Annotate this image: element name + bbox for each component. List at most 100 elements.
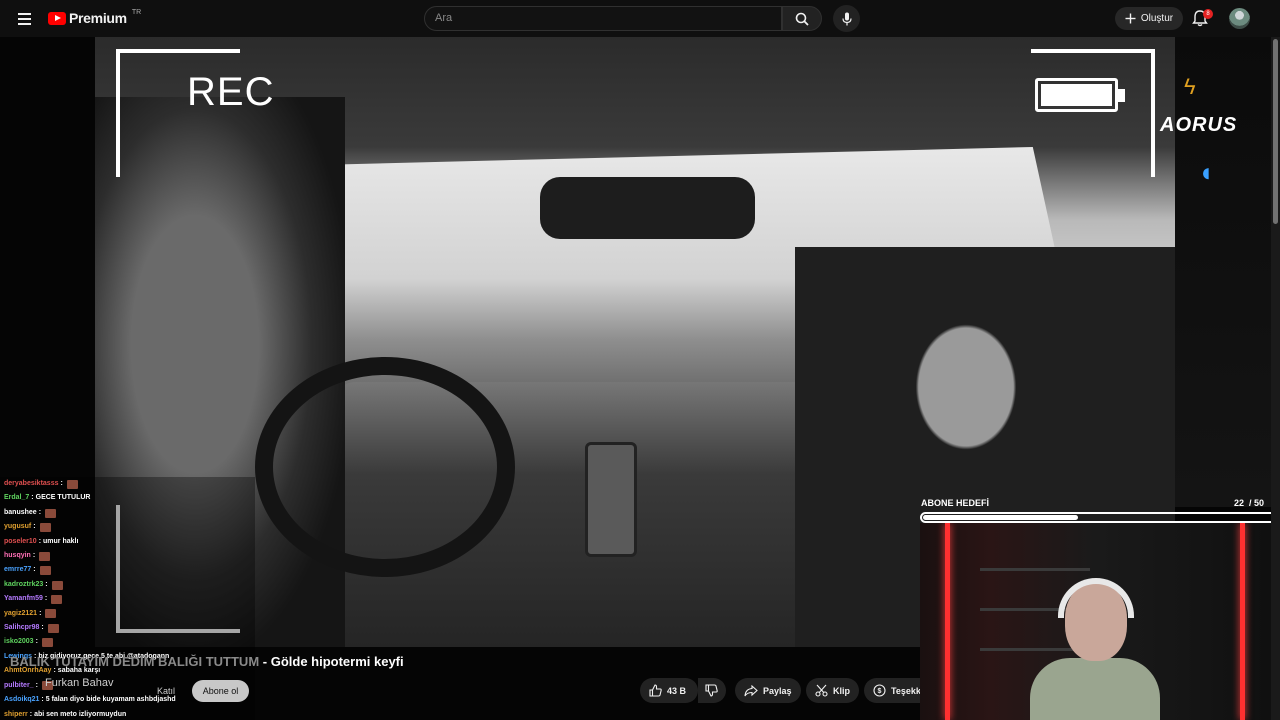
chat-separator: : (41, 696, 44, 704)
battery-icon (1035, 78, 1125, 112)
chat-separator: : (38, 537, 42, 545)
chat-separator: : (41, 624, 44, 632)
frame-corner-top-right (1031, 49, 1155, 177)
chat-text: GECE TUTULUR (35, 494, 91, 502)
chat-text: umur haklı (43, 537, 79, 545)
chat-message: deryabesiktasss: (0, 477, 255, 491)
goal-label: ABONE HEDEFİ (921, 498, 990, 508)
channel-name[interactable]: Furkan Bahav (45, 677, 113, 689)
chat-separator: : (33, 566, 36, 574)
chat-emote-icon (45, 609, 57, 619)
chat-username[interactable]: Erdal_7 (4, 491, 29, 505)
chat-username[interactable]: yugusuf (4, 520, 31, 534)
chat-separator: : (29, 710, 33, 718)
youtube-play-icon (48, 11, 66, 25)
plus-icon (1125, 13, 1136, 24)
logo-text: Premium (69, 10, 127, 26)
chat-emote-icon (39, 551, 51, 561)
menu-icon[interactable] (13, 8, 35, 30)
chat-username[interactable]: yagiz2121 (4, 607, 37, 621)
thanks-label: Teşekk (891, 685, 920, 696)
chat-emote-icon (51, 594, 63, 604)
rearview-mirror (540, 177, 755, 239)
user-avatar[interactable] (1229, 8, 1250, 29)
voice-search-button[interactable] (833, 5, 860, 32)
share-button[interactable]: Paylaş (735, 678, 801, 703)
neon-light-right (1240, 523, 1245, 720)
subscribe-button[interactable]: Abone ol (192, 680, 249, 702)
chat-separator: : (33, 523, 36, 531)
chat-username[interactable]: deryabesiktasss (4, 477, 58, 491)
microphone-icon (841, 12, 852, 26)
chat-message: yugusuf: (0, 520, 255, 534)
chat-emote-icon (66, 479, 78, 489)
chat-username[interactable]: husqyin (4, 549, 31, 563)
clip-label: Klip (833, 685, 850, 696)
steering-wheel (255, 357, 515, 577)
chat-emote-icon (51, 580, 63, 590)
chat-text: abi sen meto izliyormuydun (34, 710, 127, 718)
goal-progress-fill (923, 515, 1079, 520)
create-label: Oluştur (1140, 13, 1174, 24)
chat-separator: : (32, 552, 36, 560)
chat-separator: : (35, 681, 38, 689)
chat-username[interactable]: emrre77 (4, 563, 31, 577)
phone-holder (585, 442, 637, 557)
chat-message: poseler10: umur haklı (0, 535, 255, 549)
thanks-button[interactable]: $ Teşekk (864, 678, 920, 703)
chat-message: Salihcpr98: (0, 621, 255, 635)
chat-message: husqyin: (0, 549, 255, 563)
youtube-logo[interactable]: Premium TR (48, 9, 141, 26)
thumbs-down-icon (705, 684, 718, 697)
chat-username[interactable]: isko2003 (4, 635, 34, 649)
search-icon (795, 12, 809, 26)
chat-username[interactable]: Yamanfm59 (4, 592, 43, 606)
chat-username[interactable]: Asdoikq21 (4, 693, 39, 707)
chat-username[interactable]: banushee (4, 506, 37, 520)
chat-separator: : (45, 580, 48, 588)
scissors-icon (815, 684, 828, 697)
chat-message: kadroztrk23: (0, 578, 255, 592)
shelf (980, 568, 1090, 571)
like-button[interactable]: 43 B (640, 678, 698, 703)
create-button[interactable]: Oluştur (1115, 7, 1183, 30)
rec-label: REC (187, 70, 275, 114)
notification-badge: 8 (1203, 9, 1213, 19)
chat-message: Erdal_7: GECE TUTULUR (0, 491, 255, 505)
page-scrollbar[interactable] (1271, 37, 1280, 720)
neon-light-left (945, 523, 950, 720)
chat-emote-icon (39, 566, 51, 576)
share-icon (744, 684, 758, 697)
chat-message: isko2003: (0, 635, 255, 649)
streamer-webcam (920, 523, 1271, 720)
thanks-heart-icon: $ (873, 684, 886, 697)
chat-username[interactable]: poseler10 (4, 535, 37, 549)
like-count: 43 B (667, 685, 687, 696)
thumbs-up-icon (649, 684, 662, 697)
scrollbar-thumb[interactable] (1273, 39, 1278, 224)
join-button[interactable]: Katıl (146, 680, 186, 702)
share-label: Paylaş (763, 685, 792, 696)
lightning-icon: ϟ (1184, 74, 1196, 99)
search-input[interactable]: Ara (424, 6, 782, 31)
chat-emote-icon (45, 508, 57, 518)
clip-button[interactable]: Klip (806, 678, 859, 703)
chat-message: shiperr: abi sen meto izliyormuydun (0, 708, 255, 720)
chat-emote-icon (41, 638, 53, 648)
chat-separator: : (44, 595, 48, 603)
right-sidebar-panel (1175, 37, 1271, 507)
chat-message: yagiz2121: (0, 607, 255, 621)
chat-username[interactable]: pulbiter_ (4, 679, 34, 693)
chat-username[interactable]: Salihcpr98 (4, 621, 39, 635)
search-button[interactable] (782, 6, 822, 31)
goal-progress-bar (920, 512, 1271, 523)
fish-icon: ◖ (1198, 157, 1214, 187)
goal-count: 22 / 50 (1233, 498, 1264, 508)
chat-username[interactable]: shiperr (4, 708, 28, 720)
chat-emote-icon (39, 522, 51, 532)
chat-username[interactable]: kadroztrk23 (4, 578, 43, 592)
video-player[interactable]: REC ϟ AORUS ◖ ABONE HEDEFİ 22 / 50 derya… (0, 37, 1271, 720)
chat-separator: : (39, 609, 42, 617)
dislike-button[interactable] (698, 678, 726, 703)
chat-emote-icon (47, 623, 59, 633)
